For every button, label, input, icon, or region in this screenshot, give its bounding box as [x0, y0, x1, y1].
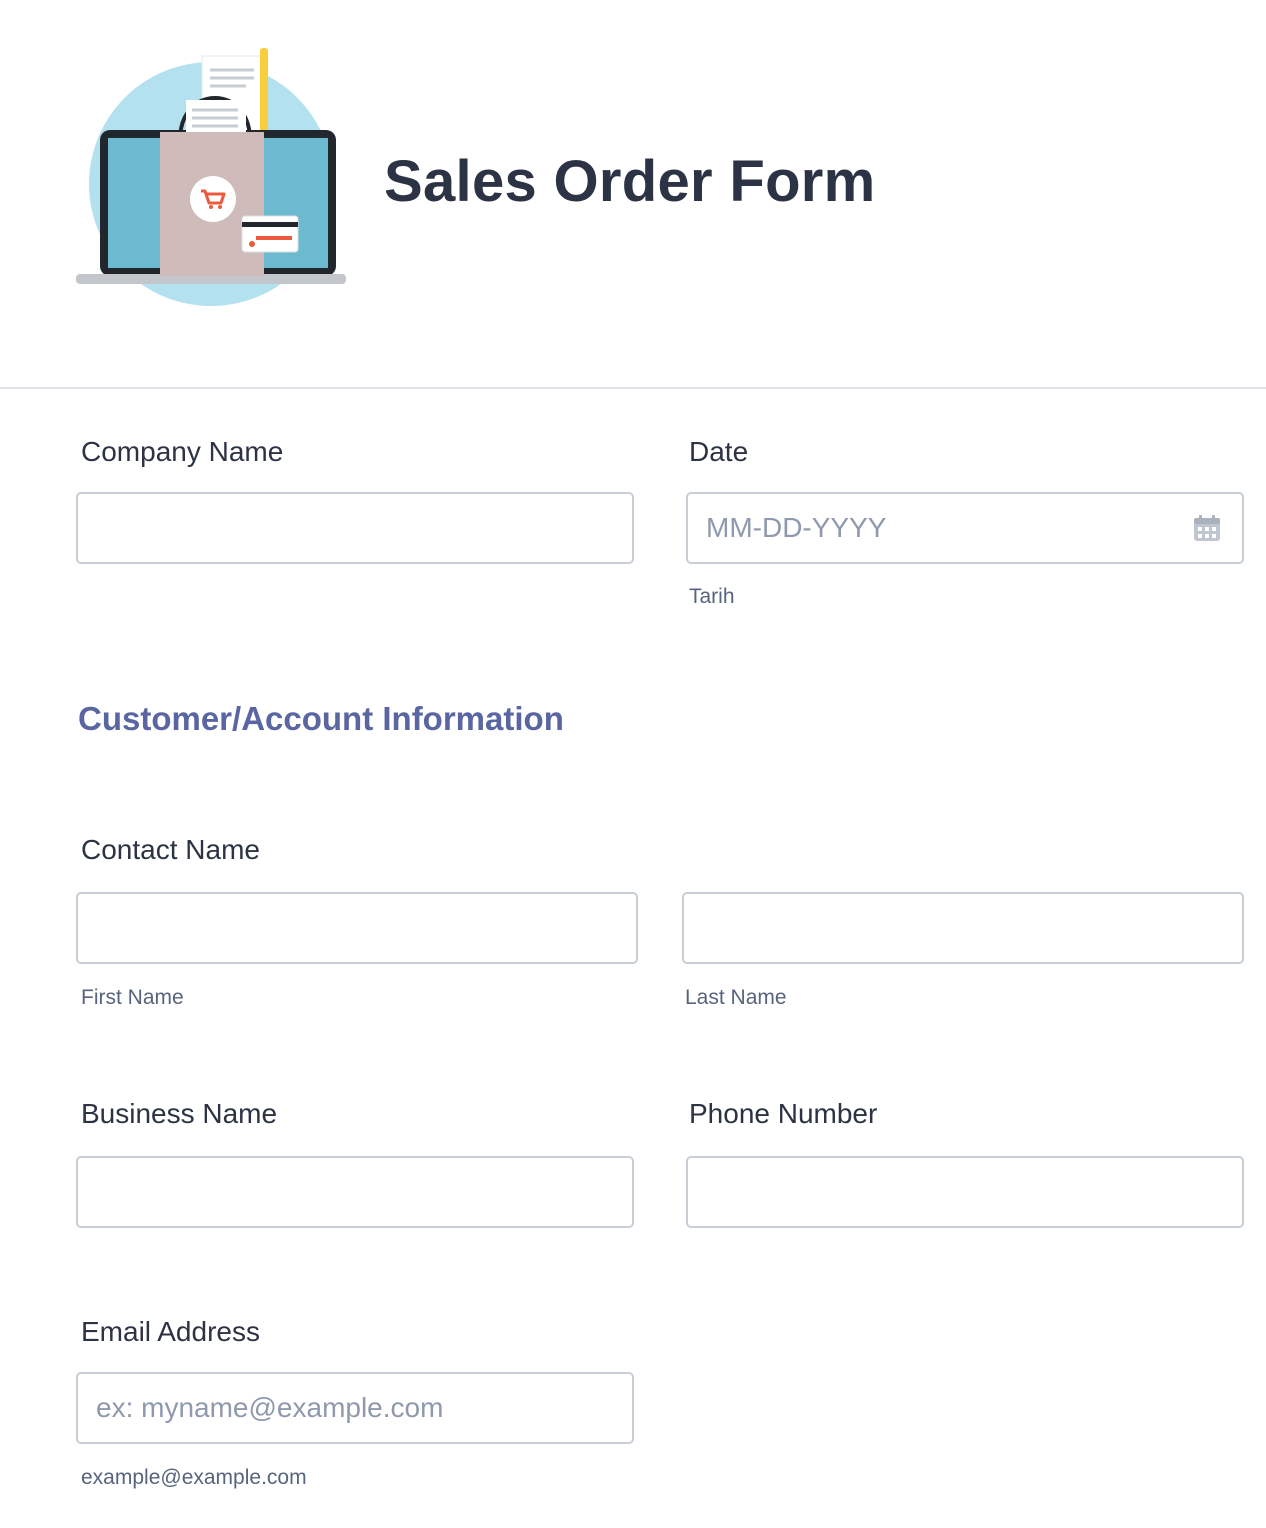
phone-number-label: Phone Number [689, 1098, 878, 1129]
phone-number-input[interactable] [686, 1156, 1244, 1228]
email-sublabel: example@example.com [81, 1466, 307, 1489]
credit-card [241, 215, 299, 253]
section-heading-customer-account: Customer/Account Information [78, 700, 564, 737]
company-name-input[interactable] [76, 492, 634, 564]
date-input[interactable] [686, 492, 1244, 564]
email-label: Email Address [81, 1316, 260, 1347]
business-name-label: Business Name [81, 1098, 278, 1129]
business-name-input[interactable] [76, 1156, 634, 1228]
header-divider [0, 387, 1266, 389]
first-name-input[interactable] [76, 892, 638, 964]
date-label: Date [689, 436, 749, 467]
email-input[interactable] [76, 1372, 634, 1444]
first-name-sublabel: First Name [81, 986, 184, 1009]
contact-name-label: Contact Name [81, 834, 260, 865]
company-name-label: Company Name [81, 436, 284, 467]
last-name-sublabel: Last Name [685, 986, 787, 1009]
page-title: Sales Order Form [384, 149, 876, 214]
calendar-icon[interactable] [1192, 513, 1222, 543]
cart-badge [190, 176, 236, 222]
shopping-bag-laptop-illustration [76, 48, 346, 306]
last-name-input[interactable] [682, 892, 1244, 964]
date-sublabel: Tarih [689, 585, 735, 608]
